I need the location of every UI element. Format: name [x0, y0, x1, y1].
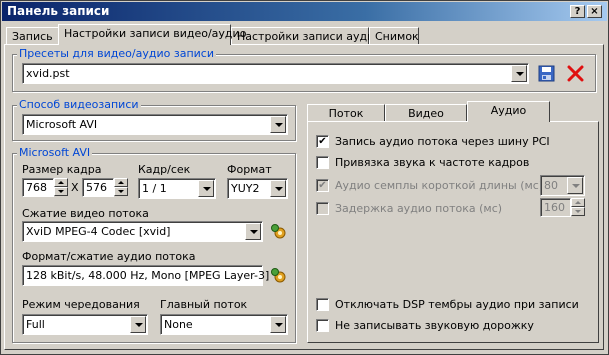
chevron-down-icon[interactable]: [270, 180, 286, 197]
master-stream-select[interactable]: None: [160, 314, 288, 335]
chevron-down-icon[interactable]: [511, 65, 527, 82]
delete-x-icon[interactable]: [567, 65, 584, 82]
fps-select[interactable]: 1 / 1: [138, 178, 216, 199]
checkbox-box[interactable]: [316, 156, 329, 169]
master-stream-label: Главный поток: [160, 298, 248, 311]
sync-audio-label: Привязка звука к частоте кадров: [335, 156, 530, 169]
audio-format-field[interactable]: 128 kBit/s, 48.000 Hz, Mono [MPEG Layer-…: [22, 265, 269, 286]
interleave-select[interactable]: Full: [22, 314, 148, 335]
short-samples-label: Аудио семплы короткой длины (мс): [335, 179, 544, 192]
short-samples-select[interactable]: 80: [540, 175, 585, 196]
width-value: 768: [26, 181, 47, 194]
title-bar: Панель записи ? ×: [2, 2, 607, 21]
checkbox-box[interactable]: ✔: [316, 135, 329, 148]
subtab-stream[interactable]: Поток: [307, 104, 385, 122]
preset-value: xvid.pst: [26, 67, 70, 80]
width-field[interactable]: 768: [22, 178, 54, 197]
tab-audio-settings[interactable]: Настройки записи аудио: [231, 27, 381, 45]
chevron-down-icon[interactable]: [198, 180, 214, 197]
fps-value: 1 / 1: [142, 182, 167, 195]
audio-delay-label: Задержка аудио потока (мс): [335, 202, 503, 215]
disable-dsp-label: Отключать DSP тембры аудио при записи: [335, 298, 579, 311]
video-codec-value: XviD MPEG-4 Codec [xvid]: [26, 225, 171, 238]
size-separator: X: [71, 181, 79, 194]
interleave-value: Full: [26, 318, 45, 331]
tab-record[interactable]: Запись: [6, 27, 60, 45]
capture-panel-window: Панель записи ? × Запись Настройки запис…: [0, 0, 609, 355]
audio-codec-value: 128 kBit/s, 48.000 Hz, Mono [MPEG Layer-…: [26, 269, 270, 282]
presets-label: Пресеты для видео/аудио записи: [17, 47, 216, 60]
fps-label: Кадр/сек: [138, 163, 191, 176]
chevron-down-icon[interactable]: [270, 316, 286, 333]
checkbox-box[interactable]: [316, 202, 329, 215]
checkbox-box[interactable]: [316, 319, 329, 332]
video-codec-select[interactable]: XviD MPEG-4 Codec [xvid]: [22, 221, 263, 242]
format-label: Формат: [227, 163, 272, 176]
width-spinner[interactable]: [54, 178, 68, 197]
audio-delay-value: 160: [544, 201, 565, 214]
floppy-disk-icon[interactable]: [538, 65, 555, 82]
frame-size-label: Размер кадра: [22, 163, 102, 176]
video-method-value: Microsoft AVI: [26, 118, 98, 131]
pci-audio-label: Запись аудио потока через шину PCI: [335, 135, 550, 148]
no-audio-track-label: Не записывать звуковую дорожку: [335, 319, 534, 332]
height-value: 576: [86, 181, 107, 194]
format-select[interactable]: YUY2: [227, 178, 288, 199]
avi-group-label: Microsoft AVI: [17, 146, 93, 159]
gear-settings-icon[interactable]: [269, 266, 287, 284]
tab-snapshot[interactable]: Снимок: [369, 27, 419, 45]
chevron-down-icon[interactable]: [245, 223, 261, 240]
format-value: YUY2: [231, 182, 260, 195]
chevron-down-icon[interactable]: [270, 116, 286, 133]
video-method-select[interactable]: Microsoft AVI: [22, 114, 288, 135]
chevron-down-icon[interactable]: [130, 316, 146, 333]
gear-settings-icon[interactable]: [269, 222, 287, 240]
help-button[interactable]: ?: [570, 5, 585, 18]
master-stream-value: None: [164, 318, 193, 331]
short-samples-value: 80: [544, 179, 558, 192]
height-field[interactable]: 576: [82, 178, 114, 197]
tab-video-audio-settings[interactable]: Настройки записи видео/аудио: [58, 24, 246, 45]
audio-delay-spinner[interactable]: [571, 198, 585, 217]
audio-delay-field[interactable]: 160: [540, 198, 571, 217]
preset-select[interactable]: xvid.pst: [22, 63, 529, 84]
subtab-video[interactable]: Видео: [385, 104, 467, 122]
audio-compression-label: Формат/сжатие аудио потока: [22, 250, 196, 263]
video-method-label: Способ видеозаписи: [17, 98, 141, 111]
subtab-audio[interactable]: Аудио: [467, 101, 550, 122]
window-title: Панель записи: [7, 4, 110, 18]
checkbox-box[interactable]: ✔: [316, 179, 329, 192]
video-compression-label: Сжатие видео потока: [22, 207, 149, 220]
close-button[interactable]: ×: [587, 5, 602, 18]
checkbox-box[interactable]: [316, 298, 329, 311]
interleave-label: Режим чередования: [22, 298, 140, 311]
height-spinner[interactable]: [114, 178, 128, 197]
chevron-down-icon[interactable]: [567, 177, 583, 194]
